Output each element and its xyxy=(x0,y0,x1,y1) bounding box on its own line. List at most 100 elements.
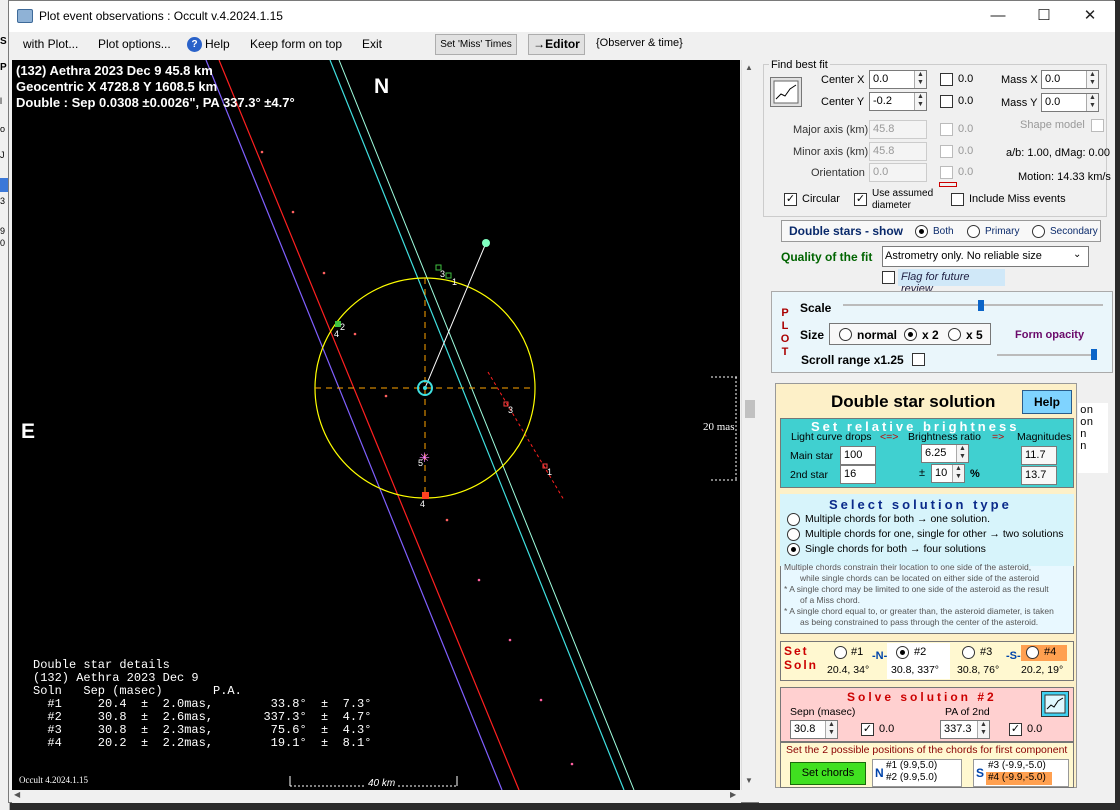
spin-arrow-icon[interactable]: ▲ ▼ xyxy=(977,721,989,738)
second-star-drop-field[interactable]: 16 xyxy=(840,465,876,484)
menu-help[interactable]: Help xyxy=(205,37,230,51)
minimize-button[interactable]: — xyxy=(975,1,1021,32)
size-x2-radio[interactable] xyxy=(904,328,917,341)
version-label: Occult 4.2024.1.15 xyxy=(19,775,88,785)
solve-chart-button[interactable] xyxy=(1041,691,1069,717)
set-chords-button[interactable]: Set chords xyxy=(790,762,866,785)
north-position-1: #1 (9.9,5.0) xyxy=(886,760,938,771)
bg-letter: 3 xyxy=(0,196,6,206)
type-multiple-both-radio[interactable] xyxy=(787,513,800,526)
minor-axis-field[interactable]: 45.8 xyxy=(869,142,927,161)
close-button[interactable]: ✕ xyxy=(1067,1,1113,32)
obs-point xyxy=(353,332,357,336)
set-miss-times-button[interactable]: Set 'Miss' Times xyxy=(435,34,517,55)
plus-minus-label: ± xyxy=(919,467,926,479)
size-x5-radio[interactable] xyxy=(948,328,961,341)
shape-model-checkbox[interactable] xyxy=(1091,119,1104,132)
scroll-up-icon[interactable]: ▲ xyxy=(745,63,753,72)
chord-label: 3 xyxy=(508,405,514,415)
major-axis-checkbox[interactable] xyxy=(940,123,953,136)
show-secondary-label: Secondary xyxy=(1050,226,1098,237)
plot-vertical-scrollbar[interactable]: ▲ ▼ xyxy=(741,60,758,790)
scroll-left-icon[interactable]: ◀ xyxy=(14,790,20,799)
chord-label: 1 xyxy=(452,277,458,287)
spin-arrow-icon[interactable]: ▲ ▼ xyxy=(952,465,964,482)
spin-arrow-icon[interactable]: ▲ ▼ xyxy=(1086,94,1098,111)
menu-keep-on-top[interactable]: Keep form on top xyxy=(250,37,342,51)
spin-arrow-icon[interactable]: ▲ ▼ xyxy=(914,93,926,110)
size-x5-label: x 5 xyxy=(966,328,983,342)
maximize-button[interactable]: ☐ xyxy=(1021,1,1067,32)
event-marker xyxy=(422,492,429,499)
type-single-both-radio[interactable] xyxy=(787,543,800,556)
form-opacity-label: Form opacity xyxy=(1015,329,1085,341)
chord-label: 1 xyxy=(547,467,553,477)
plot-canvas[interactable]: ✳ (132) Aethra 2023 Dec 9 45.8 km Geocen… xyxy=(12,60,740,790)
fit-button[interactable] xyxy=(770,77,802,107)
show-both-radio[interactable] xyxy=(915,225,928,238)
east-label: E xyxy=(21,420,36,443)
orientation-checkbox[interactable] xyxy=(940,166,953,179)
spin-arrow-icon[interactable]: ▲ ▼ xyxy=(825,721,837,738)
help-button[interactable]: Help xyxy=(1022,390,1072,414)
center-y-checkbox[interactable] xyxy=(940,95,953,108)
circular-checkbox[interactable]: ✓ xyxy=(784,193,797,206)
opacity-slider-track[interactable] xyxy=(997,354,1097,356)
show-primary-radio[interactable] xyxy=(967,225,980,238)
scale-slider-thumb[interactable] xyxy=(977,300,984,311)
flag-review-label: Flag for future review xyxy=(898,269,1005,295)
spin-arrow-icon[interactable]: ▲ ▼ xyxy=(956,445,968,462)
main-star-drop-field[interactable]: 100 xyxy=(840,446,876,465)
spin-arrow-icon[interactable]: ▲ ▼ xyxy=(1086,71,1098,88)
pa-checkbox[interactable]: ✓ xyxy=(1009,723,1022,736)
soln-4-radio[interactable] xyxy=(1026,646,1039,659)
solution-title: Double star solution xyxy=(831,392,996,411)
chevron-down-icon[interactable]: ⌄ xyxy=(1073,249,1081,260)
plot-event-window: Plot event observations : Occult v.4.202… xyxy=(8,0,1115,803)
scroll-thumb[interactable] xyxy=(745,400,755,418)
pa-label: PA of 2nd xyxy=(945,706,990,718)
scroll-right-icon[interactable]: ▶ xyxy=(730,790,736,799)
main-star-label: Main star xyxy=(790,450,834,462)
center-x-checkbox[interactable] xyxy=(940,73,953,86)
overflow-text-line: n xyxy=(1080,441,1087,453)
plot-horizontal-scrollbar[interactable]: ◀ ▶ xyxy=(12,790,741,803)
opacity-slider-thumb[interactable] xyxy=(1091,349,1098,360)
title-bar[interactable]: Plot event observations : Occult v.4.202… xyxy=(9,1,1115,32)
menu-plot-options[interactable]: Plot options... xyxy=(98,37,171,51)
quality-select[interactable]: Astrometry only. No reliable size xyxy=(882,246,1089,267)
major-axis-field[interactable]: 45.8 xyxy=(869,120,927,139)
size-x2-label: x 2 xyxy=(922,328,939,342)
help-icon[interactable]: ? xyxy=(187,37,202,52)
center-x-label: Center X xyxy=(821,74,865,86)
soln-3-radio[interactable] xyxy=(962,646,975,659)
plot-letter: L xyxy=(781,320,789,332)
size-normal-radio[interactable] xyxy=(839,328,852,341)
observer-time-label[interactable]: {Observer & time} xyxy=(596,37,683,49)
use-assumed-checkbox[interactable]: ✓ xyxy=(854,193,867,206)
spin-arrow-icon[interactable]: ▲ ▼ xyxy=(914,71,926,88)
menu-bar: with Plot... Plot options... ? Help Keep… xyxy=(9,32,1115,58)
show-secondary-radio[interactable] xyxy=(1032,225,1045,238)
soln-1-radio[interactable] xyxy=(834,646,847,659)
editor-button[interactable]: →Editor xyxy=(528,34,585,55)
bg-letter: S xyxy=(0,36,7,47)
scroll-down-icon[interactable]: ▼ xyxy=(745,776,753,785)
flag-review-checkbox[interactable] xyxy=(882,271,895,284)
north-label: N xyxy=(374,75,390,98)
minor-axis-checkbox[interactable] xyxy=(940,145,953,158)
type-multiple-single-radio[interactable] xyxy=(787,528,800,541)
scroll-range-checkbox[interactable] xyxy=(912,353,925,366)
include-miss-checkbox[interactable] xyxy=(951,193,964,206)
chord-line-teal xyxy=(338,60,635,790)
scale-slider-track[interactable] xyxy=(843,304,1103,306)
orientation-field[interactable]: 0.0 xyxy=(869,163,927,182)
soln-2-radio[interactable] xyxy=(896,646,909,659)
menu-exit[interactable]: Exit xyxy=(362,37,382,51)
orientation-indicator xyxy=(939,182,957,187)
bg-selection xyxy=(0,178,8,192)
sepn-checkbox[interactable]: ✓ xyxy=(861,723,874,736)
bg-letter: 9 xyxy=(0,226,6,236)
menu-with-plot[interactable]: with Plot... xyxy=(23,37,78,51)
obs-point xyxy=(445,518,449,522)
